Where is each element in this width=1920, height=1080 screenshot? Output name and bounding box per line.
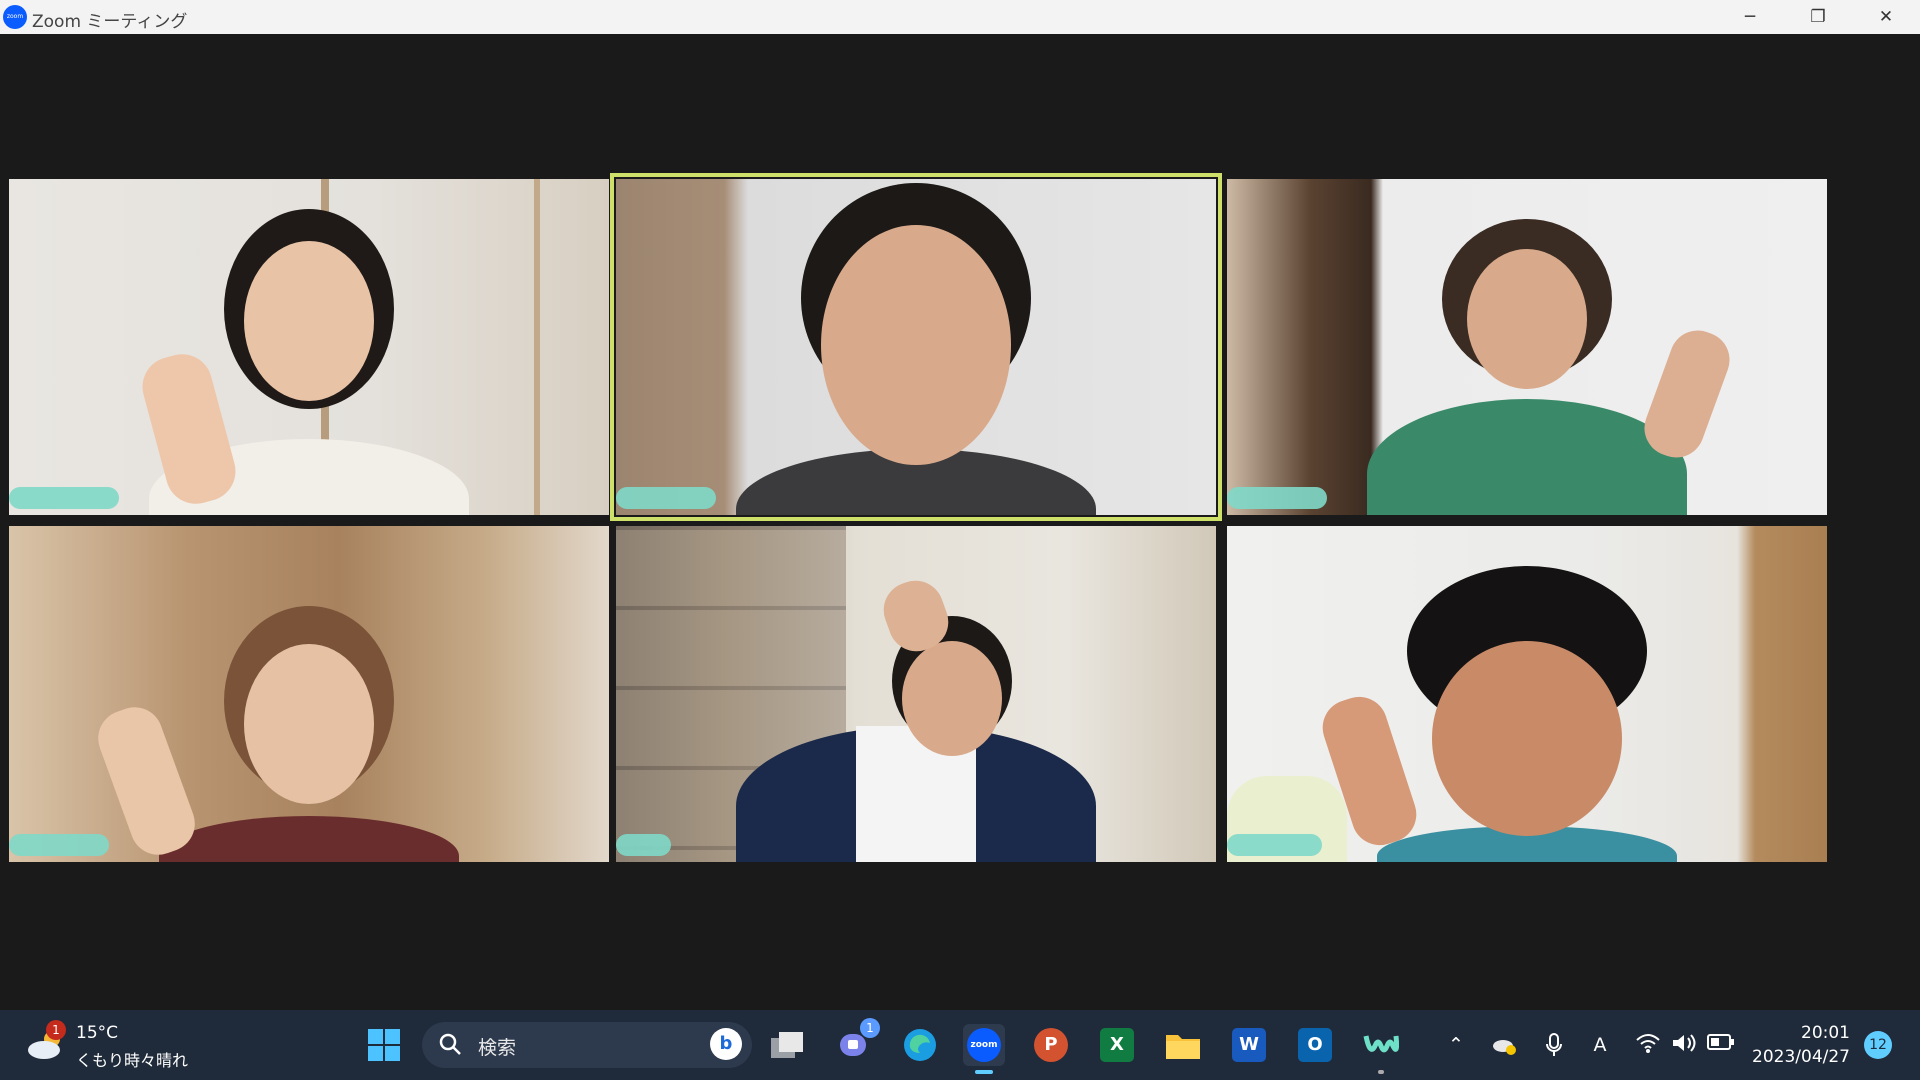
webex-button[interactable] [1360, 1024, 1402, 1074]
participant-face [1467, 249, 1587, 389]
door-frame [534, 179, 540, 515]
file-explorer-button[interactable] [1162, 1024, 1204, 1066]
participant-name-tag [1227, 487, 1327, 509]
participant-name-tag [616, 487, 716, 509]
battery-icon[interactable] [1707, 1032, 1734, 1058]
participant-name-tag [616, 834, 671, 856]
video-gallery [0, 34, 1920, 1010]
search-icon [439, 1033, 461, 1055]
chevron-up-icon[interactable]: ⌃ [1443, 1032, 1469, 1058]
excel-icon: X [1100, 1028, 1134, 1062]
outlook-icon: O [1298, 1028, 1332, 1062]
microphone-icon[interactable] [1541, 1032, 1567, 1058]
video-tile-active-speaker[interactable] [610, 173, 1222, 521]
weather-temperature: 15°C [76, 1023, 119, 1043]
participant-name-tag [1227, 834, 1322, 856]
powerpoint-button[interactable]: P [1030, 1024, 1072, 1066]
zoom-logo-icon: zoom [3, 5, 27, 29]
windows-icon [368, 1029, 400, 1061]
active-app-indicator [975, 1070, 993, 1074]
participant-face [1432, 641, 1622, 836]
weather-description: くもり時々晴れ [76, 1051, 189, 1070]
notification-center-badge[interactable]: 12 [1864, 1031, 1892, 1059]
weather-alert-badge: 1 [46, 1020, 66, 1040]
taskbar: 1 15°C くもり時々晴れ 検索 b 1 zoom P X W O ⌃ A 2… [0, 1010, 1920, 1080]
folder-icon [1166, 1035, 1200, 1059]
video-tile[interactable] [1227, 179, 1827, 515]
word-button[interactable]: W [1228, 1024, 1270, 1066]
zoom-icon: zoom [967, 1028, 1001, 1062]
start-button[interactable] [363, 1024, 405, 1066]
video-tile[interactable] [616, 526, 1216, 862]
task-view-icon [771, 1032, 803, 1058]
taskbar-search[interactable]: 検索 b [422, 1022, 752, 1068]
task-view-button[interactable] [766, 1024, 808, 1066]
powerpoint-icon: P [1034, 1028, 1068, 1062]
video-tile[interactable] [1227, 526, 1827, 862]
close-button[interactable]: ✕ [1852, 0, 1920, 34]
video-tile[interactable] [9, 526, 609, 862]
teams-chat-button[interactable]: 1 [834, 1018, 880, 1066]
participant-face [902, 641, 1002, 756]
edge-button[interactable] [899, 1024, 941, 1066]
video-tile[interactable] [9, 179, 609, 515]
participant-name-tag [9, 834, 109, 856]
participant-name-tag [9, 487, 119, 509]
word-icon: W [1232, 1028, 1266, 1062]
teams-badge: 1 [860, 1018, 880, 1038]
search-placeholder: 検索 [478, 1037, 517, 1059]
bing-chat-icon[interactable]: b [710, 1028, 742, 1060]
webex-icon [1363, 1035, 1399, 1053]
edge-icon [904, 1029, 936, 1061]
minimize-button[interactable]: ─ [1716, 0, 1784, 34]
zoom-taskbar-button[interactable]: zoom [963, 1024, 1005, 1074]
volume-icon[interactable] [1671, 1032, 1697, 1058]
outlook-button[interactable]: O [1294, 1024, 1336, 1066]
participant-face [244, 241, 374, 401]
participant-face [244, 644, 374, 804]
title-bar: zoom Zoom ミーティング ─ ❐ ✕ [0, 0, 1920, 34]
onedrive-warning-icon[interactable] [1492, 1032, 1518, 1058]
window-title: Zoom ミーティング [32, 12, 188, 32]
restore-button[interactable]: ❐ [1784, 0, 1852, 34]
wifi-icon[interactable] [1635, 1032, 1661, 1058]
clock-time[interactable]: 20:01 [1801, 1023, 1850, 1043]
excel-button[interactable]: X [1096, 1024, 1138, 1066]
clock-date[interactable]: 2023/04/27 [1752, 1047, 1850, 1067]
running-indicator [1378, 1070, 1384, 1074]
ime-indicator[interactable]: A [1587, 1032, 1613, 1058]
participant-face [821, 225, 1011, 465]
